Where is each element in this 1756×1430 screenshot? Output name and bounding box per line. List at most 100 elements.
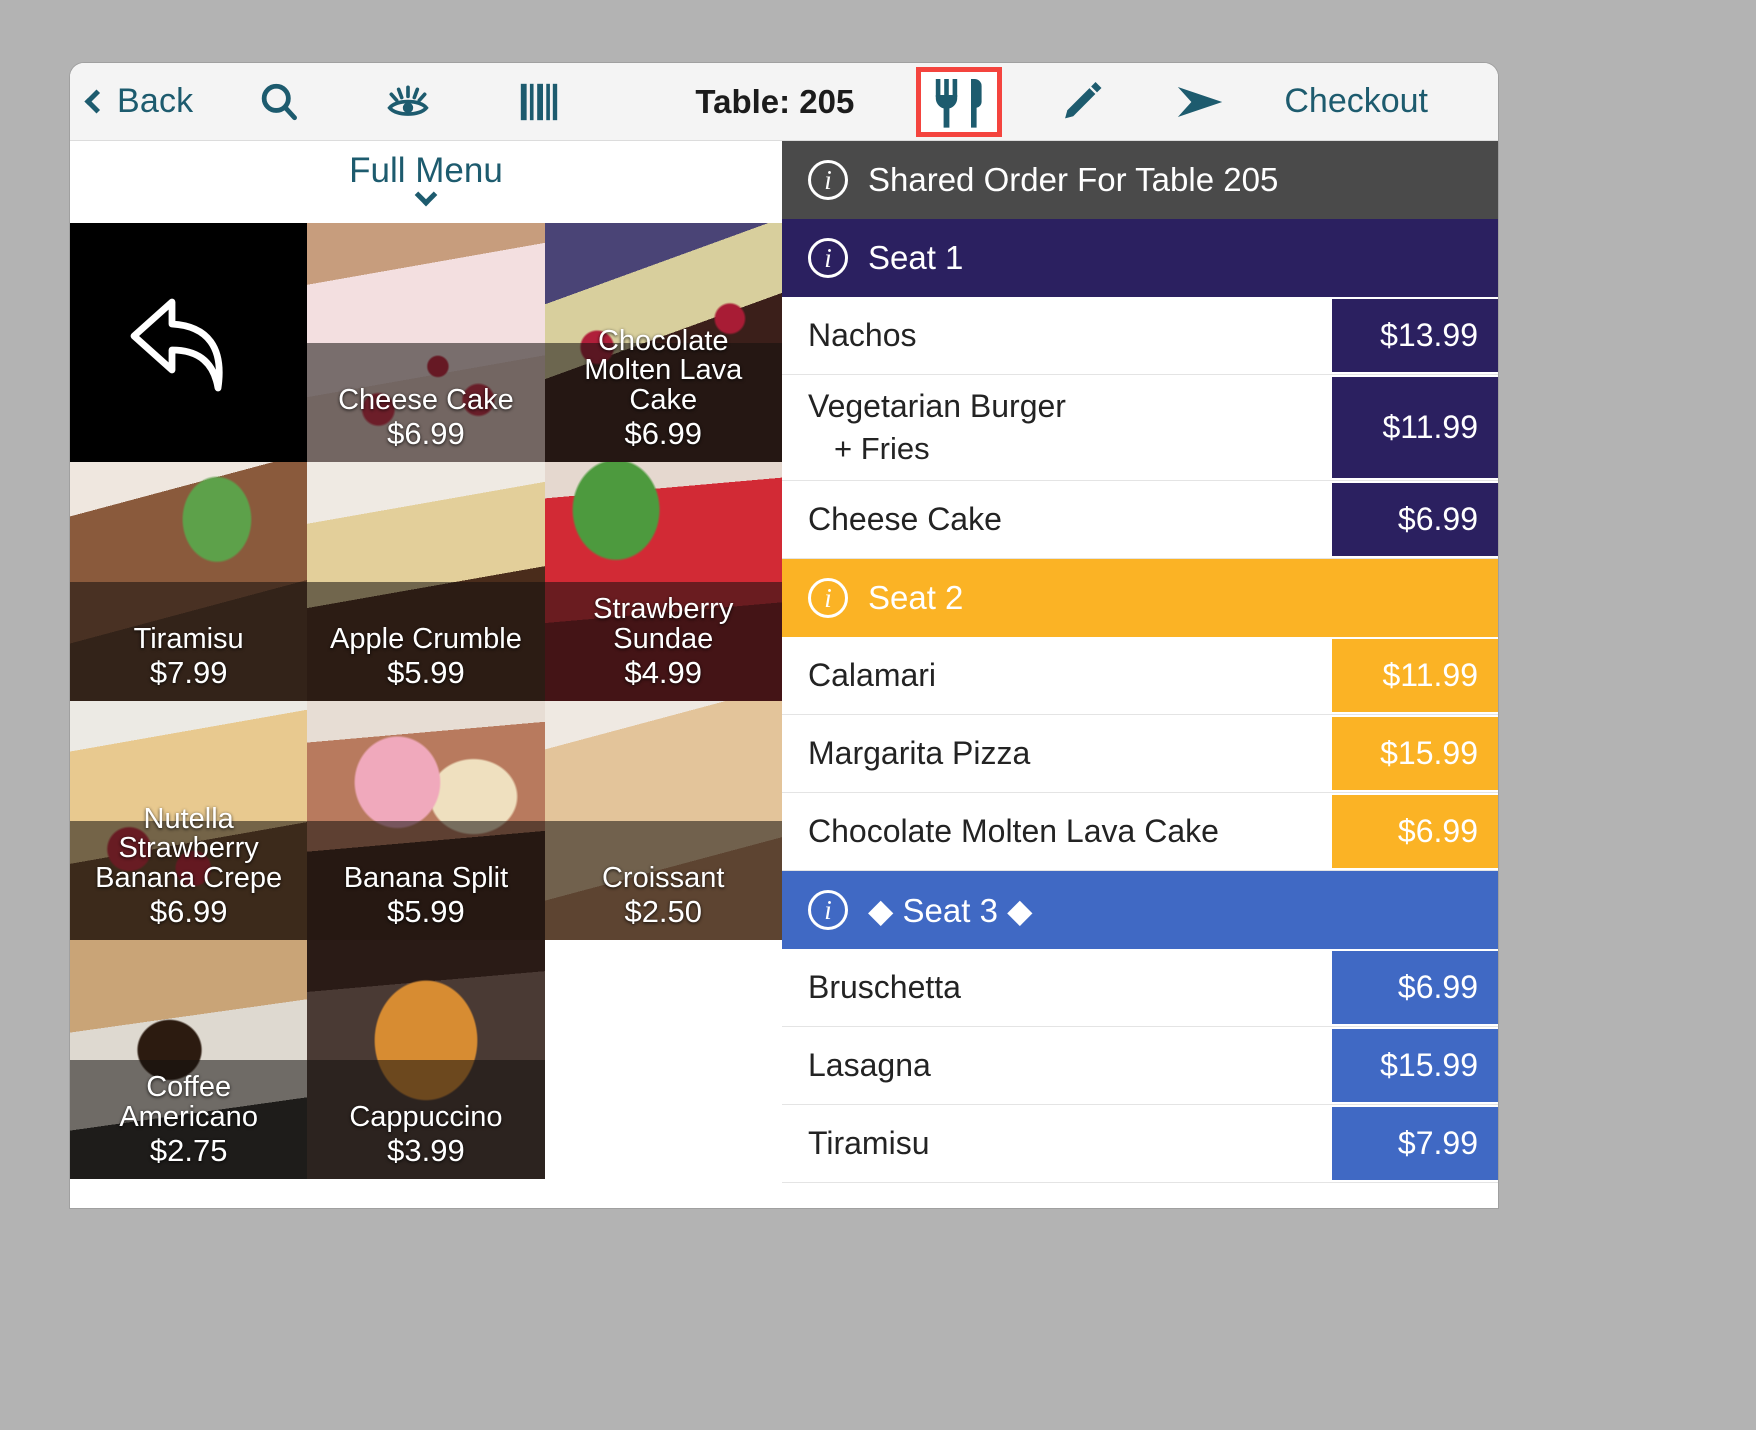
order-item-price: $15.99 [1332, 715, 1498, 793]
info-icon[interactable]: i [808, 238, 848, 278]
menu-tile-price: $2.75 [149, 1133, 228, 1169]
order-item-name: Bruschetta [808, 968, 961, 1005]
top-toolbar: Back Table: 205 Checkout [70, 63, 1498, 141]
table-number-label: Table: 205 [695, 82, 855, 120]
eye-icon[interactable] [383, 80, 433, 124]
seat-label: ◆ Seat 3 ◆ [868, 891, 1033, 929]
menu-tile-caption: Nutella Strawberry Banana Crepe $6.99 [70, 802, 307, 940]
menu-tile-name: Cappuccino [349, 1100, 503, 1133]
menu-tile[interactable]: Chocolate Molten Lava Cake $6.99 [544, 223, 782, 462]
back-button-label: Back [117, 82, 194, 120]
menu-tile-caption: Chocolate Molten Lava Cake $6.99 [545, 324, 782, 462]
menu-tile-price: $6.99 [149, 894, 228, 930]
order-row[interactable]: Vegetarian Burger + Fries $11.99 [782, 375, 1498, 482]
fork-knife-icon[interactable] [916, 66, 1003, 137]
menu-tile-caption: Tiramisu $7.99 [70, 622, 307, 701]
menu-tile-caption: Cheese Cake $6.99 [307, 383, 544, 462]
menu-tile[interactable]: Apple Crumble $5.99 [307, 462, 545, 701]
menu-tile-price: $5.99 [387, 655, 465, 691]
shared-order-title: Shared Order For Table 205 [868, 161, 1279, 198]
order-item-name: Tiramisu [808, 1124, 930, 1161]
order-item-price: $7.99 [1332, 1105, 1498, 1183]
order-row[interactable]: Calamari $11.99 [782, 637, 1498, 716]
chevron-left-icon [84, 89, 109, 114]
checkout-button[interactable]: Checkout [1284, 82, 1428, 121]
order-item-name: Lasagna [808, 1046, 931, 1083]
menu-tile[interactable]: Nutella Strawberry Banana Crepe $6.99 [70, 701, 308, 940]
menu-pane: Full Menu Cheese Cake $6.99 Chocolate Mo… [70, 141, 782, 1207]
back-arrow-icon [130, 298, 223, 391]
menu-tile-price: $3.99 [387, 1133, 465, 1169]
tablet-app-window: Back Table: 205 Checkout Full Menu Chees… [70, 63, 1498, 1208]
menu-tile-price: $6.99 [624, 416, 703, 452]
menu-tile-price: $5.99 [387, 894, 465, 930]
order-row[interactable]: Chocolate Molten Lava Cake $6.99 [782, 793, 1498, 872]
menu-tile-name: Coffee Americano [119, 1071, 258, 1133]
menu-category-header[interactable]: Full Menu [70, 141, 782, 223]
menu-tile-name: Tiramisu [133, 622, 244, 655]
shared-order-header[interactable]: i Shared Order For Table 205 [782, 141, 1498, 219]
menu-tile[interactable]: Banana Split $5.99 [307, 701, 545, 940]
menu-tile-name: Croissant [601, 861, 725, 894]
barcode-icon[interactable] [519, 80, 559, 124]
back-button[interactable]: Back [84, 82, 194, 121]
seat-header-2[interactable]: i Seat 2 [782, 559, 1498, 638]
menu-tile-caption: Cappuccino $3.99 [307, 1100, 544, 1179]
menu-tile-caption: Apple Crumble $5.99 [307, 624, 544, 701]
order-item-price: $13.99 [1332, 297, 1498, 374]
order-item-name-block: Vegetarian Burger + Fries [782, 375, 1332, 480]
menu-tile-name: Strawberry Sundae [593, 593, 734, 655]
order-item-price: $15.99 [1332, 1027, 1498, 1105]
order-item-name: Vegetarian Burger [808, 388, 1066, 424]
order-pane: i Shared Order For Table 205 i Seat 1 Na… [782, 141, 1498, 1207]
menu-tile-name: Banana Split [343, 861, 509, 894]
seat-label: Seat 2 [868, 579, 964, 617]
menu-tile-name: Chocolate Molten Lava Cake [584, 324, 743, 416]
menu-tile[interactable]: Tiramisu $7.99 [70, 462, 308, 701]
info-icon[interactable]: i [808, 578, 848, 619]
order-row[interactable]: Bruschetta $6.99 [782, 949, 1498, 1028]
menu-tile-price: $7.99 [149, 655, 228, 691]
order-item-price: $11.99 [1332, 375, 1498, 481]
order-row[interactable]: Tiramisu $7.99 [782, 1105, 1498, 1184]
order-item-price: $6.99 [1332, 949, 1498, 1027]
send-icon[interactable] [1174, 80, 1228, 124]
order-item-name: Calamari [808, 656, 937, 693]
menu-tile-name: Cheese Cake [338, 383, 514, 416]
menu-tile-price: $4.99 [624, 655, 703, 691]
seat-header-1[interactable]: i Seat 1 [782, 219, 1498, 297]
main-content: Full Menu Cheese Cake $6.99 Chocolate Mo… [70, 141, 1498, 1207]
menu-tile-caption: Banana Split $5.99 [307, 861, 544, 940]
order-row[interactable]: Lasagna $15.99 [782, 1027, 1498, 1106]
menu-back-tile[interactable] [70, 223, 308, 462]
order-item-price: $11.99 [1332, 637, 1498, 715]
menu-tile-price: $2.50 [624, 894, 703, 930]
info-icon[interactable]: i [808, 160, 848, 200]
order-item-price: $6.99 [1332, 793, 1498, 871]
menu-tile[interactable]: Strawberry Sundae $4.99 [544, 462, 782, 701]
menu-tile-name: Nutella Strawberry Banana Crepe [95, 802, 283, 894]
menu-tile-price: $6.99 [387, 416, 465, 452]
menu-tile-caption: Croissant $2.50 [545, 861, 782, 940]
order-item-name: Nachos [808, 316, 917, 353]
menu-tile[interactable]: Cheese Cake $6.99 [307, 223, 545, 462]
order-item-name: Margarita Pizza [808, 734, 1031, 771]
menu-item-grid: Cheese Cake $6.99 Chocolate Molten Lava … [70, 223, 782, 1179]
order-row[interactable]: Cheese Cake $6.99 [782, 481, 1498, 560]
seat-label: Seat 1 [868, 239, 964, 276]
order-item-price: $6.99 [1332, 481, 1498, 559]
order-item-modifier: + Fries [834, 431, 930, 467]
order-row[interactable]: Nachos $13.99 [782, 297, 1498, 375]
seat-header-3[interactable]: i ◆ Seat 3 ◆ [782, 871, 1498, 950]
order-row[interactable]: Margarita Pizza $15.99 [782, 715, 1498, 794]
pencil-icon[interactable] [1060, 78, 1106, 126]
menu-tile[interactable]: Croissant $2.50 [544, 701, 782, 940]
menu-tile[interactable]: Coffee Americano $2.75 [70, 940, 308, 1179]
menu-tile-empty [544, 940, 782, 1179]
order-item-name: Chocolate Molten Lava Cake [808, 812, 1219, 849]
menu-tile[interactable]: Cappuccino $3.99 [307, 940, 545, 1179]
info-icon[interactable]: i [808, 890, 848, 931]
order-item-name: Cheese Cake [808, 500, 1002, 537]
menu-tile-caption: Coffee Americano $2.75 [70, 1071, 307, 1179]
search-icon[interactable] [257, 80, 301, 124]
